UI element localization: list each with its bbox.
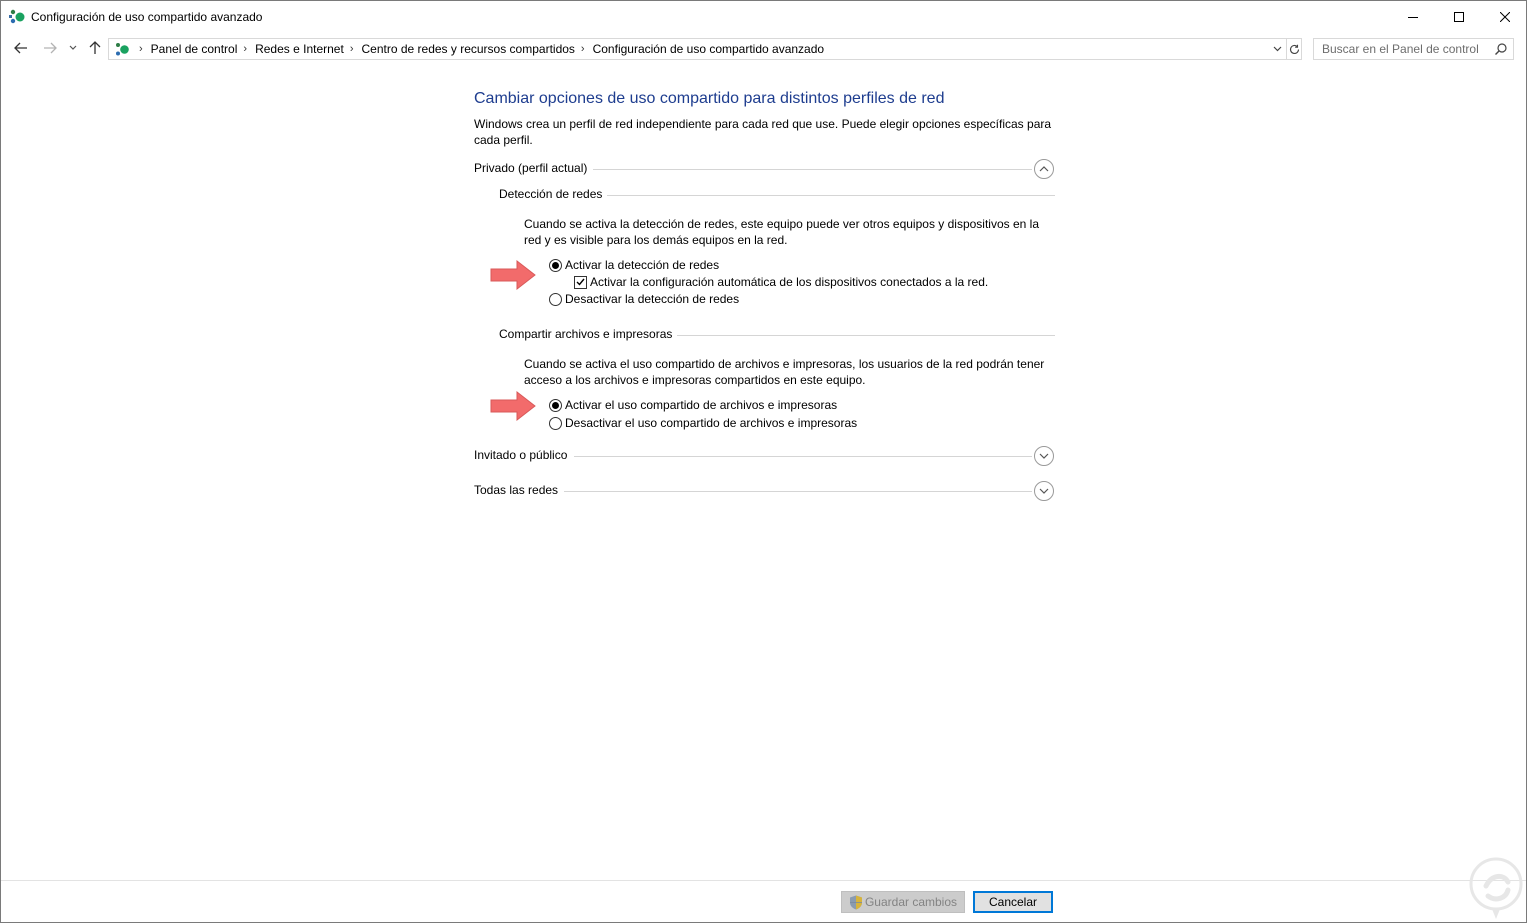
checkbox-checked[interactable] [574,275,587,289]
profile-invitado-header[interactable]: Invitado o público [474,446,1055,468]
breadcrumb-centro-de-redes[interactable]: Centro de redes y recursos compartidos [361,42,574,56]
search-icon[interactable] [1494,42,1508,56]
radio-button-selected[interactable] [549,398,562,412]
breadcrumb-separator-icon: › [139,43,143,55]
forward-arrow-icon [44,42,57,54]
footer-divider [1,880,1526,881]
network-discovery-description: Cuando se activa la detección de redes, … [524,217,1039,247]
checkmark-icon [576,278,585,286]
window: Configuración de uso compartido avanzado [0,0,1527,923]
back-arrow-icon [14,42,27,54]
radio-button[interactable] [549,416,562,430]
refresh-button[interactable] [1286,39,1302,59]
chevron-up-icon [1039,166,1049,172]
divider [677,335,1055,336]
file-printer-sharing-description: Cuando se activa el uso compartido de ar… [524,357,1045,387]
navigation-bar: › Panel de control › Redes e Internet › … [1,32,1526,66]
divider [607,195,1055,196]
profile-privado-header[interactable]: Privado (perfil actual) [474,159,1055,181]
expand-button[interactable] [1034,481,1054,501]
profile-todas-header[interactable]: Todas las redes [474,481,1055,503]
network-discovery-header: Detección de redes [499,187,1055,205]
radio-button[interactable] [549,292,562,306]
chevron-down-icon [1039,488,1049,494]
save-changes-button[interactable]: Guardar cambios [841,891,965,913]
watermark-logo-icon [1469,857,1523,919]
divider [574,456,1032,457]
close-icon [1500,11,1510,22]
annotation-arrow-icon [490,390,536,422]
chevron-down-icon [1273,46,1281,52]
search-box [1313,38,1514,60]
radio-disable-file-sharing[interactable]: Desactivar el uso compartido de archivos… [549,415,857,431]
close-button[interactable] [1482,1,1527,32]
file-printer-sharing-label: Compartir archivos e impresoras [499,327,673,341]
radio-button-selected[interactable] [549,258,562,272]
page-title: Cambiar opciones de uso compartido para … [474,90,945,107]
divider [558,491,1032,492]
forward-button[interactable] [40,38,60,58]
uac-shield-icon [849,895,862,909]
cancel-button[interactable]: Cancelar [973,891,1053,913]
radio-disable-network-discovery[interactable]: Desactivar la detección de redes [549,291,739,307]
minimize-button[interactable] [1390,1,1436,32]
breadcrumb-separator-icon[interactable]: › [581,43,585,55]
network-discovery-label: Detección de redes [499,187,603,201]
radio-enable-file-sharing[interactable]: Activar el uso compartido de archivos e … [549,397,837,413]
radio-label[interactable]: Activar la detección de redes [565,258,719,272]
radio-label[interactable]: Activar el uso compartido de archivos e … [565,398,837,412]
up-arrow-icon [89,41,101,54]
address-bar[interactable]: › Panel de control › Redes e Internet › … [108,38,1302,60]
breadcrumb-separator-icon[interactable]: › [350,43,354,55]
maximize-button[interactable] [1436,1,1482,32]
chevron-down-icon [69,45,77,50]
maximize-icon [1454,11,1464,22]
breadcrumb-configuracion-avanzada[interactable]: Configuración de uso compartido avanzado [593,42,824,56]
profile-invitado-label[interactable]: Invitado o público [474,448,574,462]
file-printer-sharing-header: Compartir archivos e impresoras [499,327,1055,345]
expand-button[interactable] [1034,446,1054,466]
up-button[interactable] [85,38,105,58]
breadcrumb-separator-icon[interactable]: › [243,43,247,55]
search-input[interactable] [1314,39,1489,59]
back-button[interactable] [11,38,31,58]
breadcrumb-redes-e-internet[interactable]: Redes e Internet [255,42,344,56]
breadcrumb: › Panel de control › Redes e Internet › … [133,42,824,56]
cancel-label[interactable]: Cancelar [989,895,1037,909]
save-changes-label[interactable]: Guardar cambios [865,895,957,909]
radio-label[interactable]: Desactivar el uso compartido de archivos… [565,416,857,430]
window-title: Configuración de uso compartido avanzado [31,10,263,24]
profile-todas-label[interactable]: Todas las redes [474,483,565,497]
title-bar: Configuración de uso compartido avanzado [1,1,1526,32]
breadcrumb-panel-de-control[interactable]: Panel de control [151,42,238,56]
chevron-down-icon [1039,453,1049,459]
collapse-button[interactable] [1034,159,1054,179]
network-center-icon [9,9,25,24]
checkbox-label[interactable]: Activar la configuración automática de l… [590,275,988,289]
intro-text: Windows crea un perfil de red independie… [474,117,1052,147]
network-center-icon [116,43,129,56]
annotation-arrow-icon [490,259,536,291]
radio-label[interactable]: Desactivar la detección de redes [565,292,739,306]
checkbox-auto-setup-devices[interactable]: Activar la configuración automática de l… [574,274,988,290]
profile-privado-label[interactable]: Privado (perfil actual) [474,161,594,175]
radio-enable-network-discovery[interactable]: Activar la detección de redes [549,257,719,273]
address-dropdown-button[interactable] [1270,42,1284,56]
recent-locations-button[interactable] [65,38,81,58]
minimize-icon [1408,16,1418,18]
divider [592,169,1032,170]
refresh-icon [1289,44,1300,54]
